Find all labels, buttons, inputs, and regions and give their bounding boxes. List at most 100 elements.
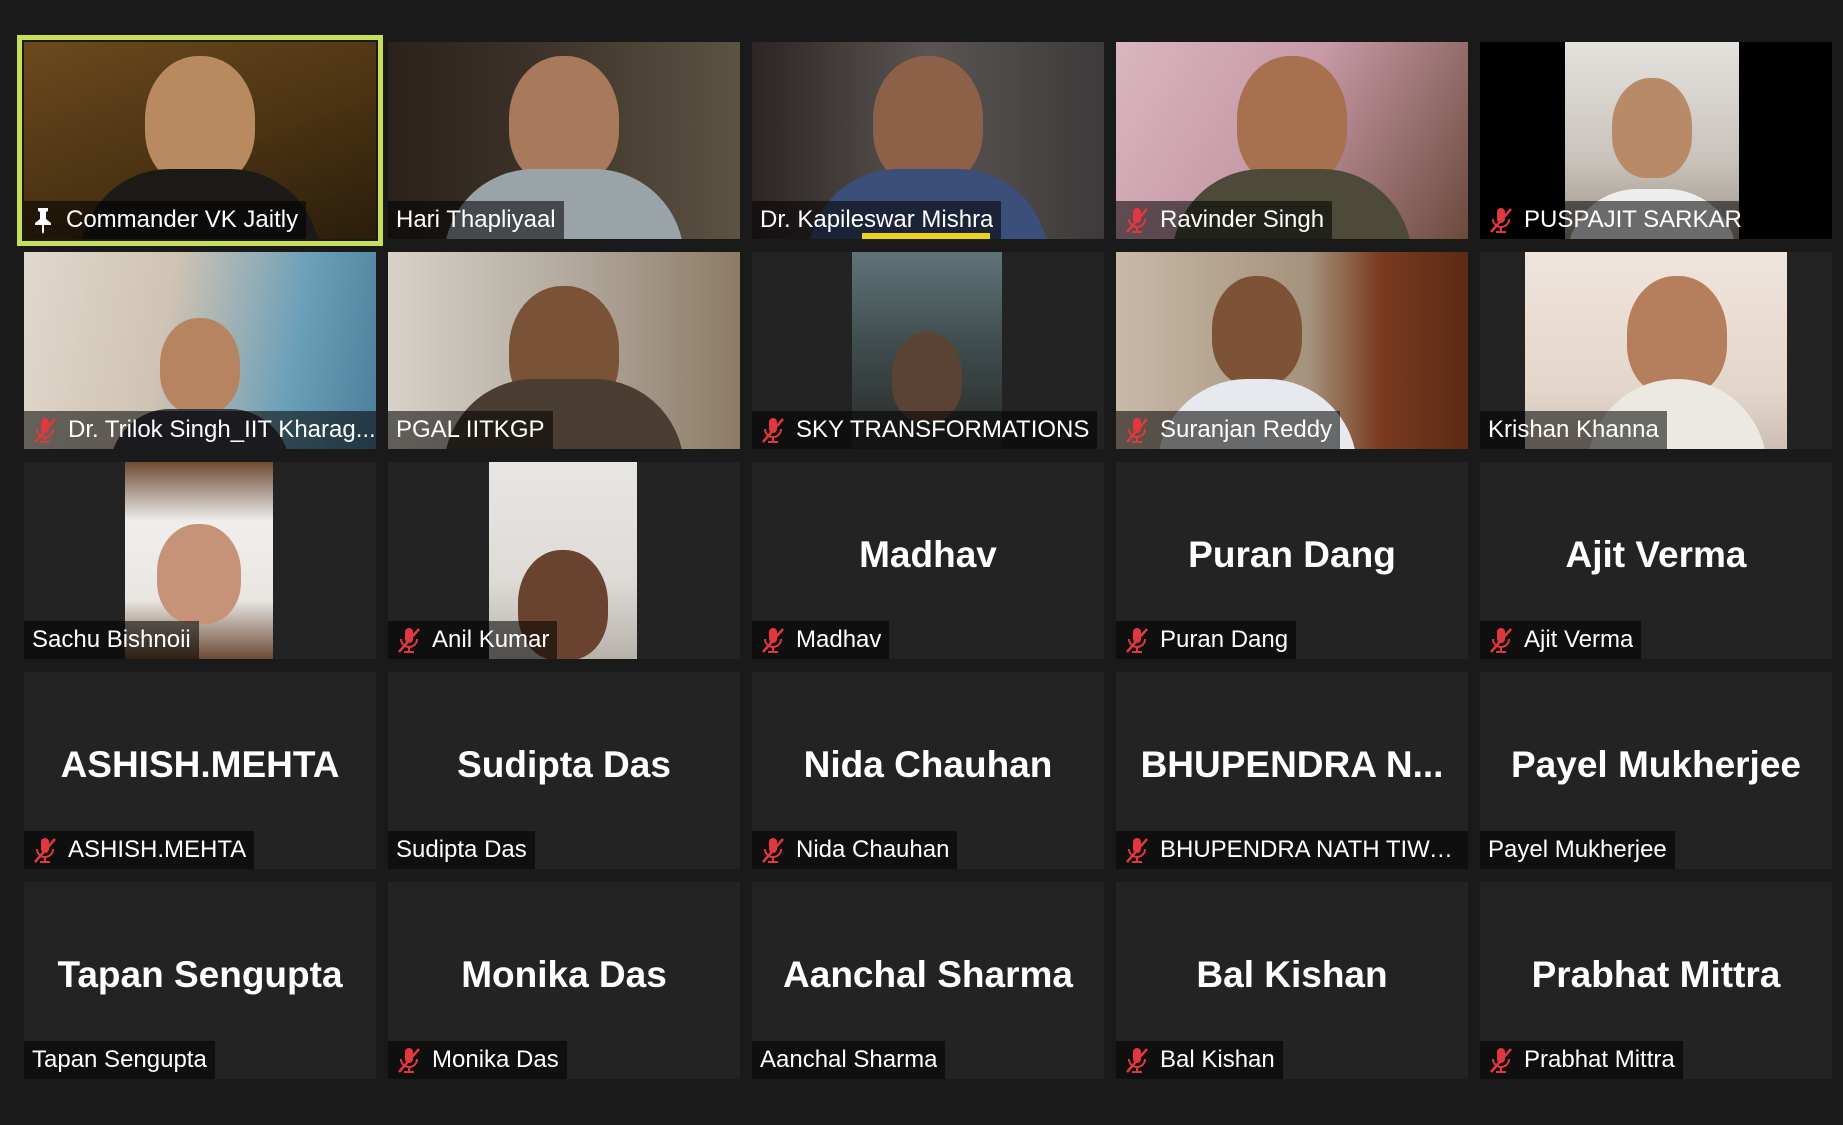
speaking-indicator	[862, 233, 990, 239]
display-name: ASHISH.MEHTA	[60, 744, 340, 785]
name-tag: Hari Thapliyaal	[388, 201, 564, 239]
name-tag: PGAL IITKGP	[388, 411, 553, 449]
participant-name: Bal Kishan	[1160, 1046, 1275, 1073]
name-tag: SKY TRANSFORMATIONS	[752, 411, 1098, 449]
display-name: Nida Chauhan	[803, 744, 1053, 785]
name-tag: Bal Kishan	[1116, 1041, 1283, 1079]
participant-name: Krishan Khanna	[1488, 416, 1659, 443]
participant-tile[interactable]: Aanchal Sharma Aanchal Sharma	[752, 882, 1104, 1079]
participant-name: ASHISH.MEHTA	[68, 836, 247, 863]
participant-name: Ajit Verma	[1524, 626, 1634, 653]
display-name: Tapan Sengupta	[57, 954, 343, 995]
display-name: Sudipta Das	[457, 744, 671, 785]
name-tag: ASHISH.MEHTA	[24, 831, 255, 869]
mic-muted-icon	[398, 628, 420, 653]
display-name: BHUPENDRA N...	[1140, 744, 1444, 785]
display-name: Monika Das	[461, 954, 667, 995]
participant-tile[interactable]: PGAL IITKGP	[388, 252, 740, 449]
display-name: Aanchal Sharma	[783, 954, 1073, 995]
participant-name: Dr. Trilok Singh_IIT Kharag...	[68, 416, 376, 443]
participant-name: PGAL IITKGP	[396, 416, 545, 443]
display-name: Madhav	[859, 534, 997, 575]
participant-name: Dr. Kapileswar Mishra	[760, 206, 994, 233]
name-tag: Dr. Trilok Singh_IIT Kharag...	[24, 411, 376, 449]
participant-tile[interactable]: Sudipta Das Sudipta Das	[388, 672, 740, 869]
name-tag: PUSPAJIT SARKAR	[1480, 201, 1750, 239]
participant-name: Nida Chauhan	[796, 836, 950, 863]
participant-tile[interactable]: Prabhat Mittra Prabhat Mittra	[1480, 882, 1832, 1079]
name-tag: Krishan Khanna	[1480, 411, 1667, 449]
participant-name: Suranjan Reddy	[1160, 416, 1333, 443]
gallery-grid: Commander VK Jaitly Hari Thapliyaal Dr. …	[17, 35, 1832, 1079]
mic-muted-icon	[1126, 838, 1148, 863]
display-name: Puran Dang	[1188, 534, 1396, 575]
participant-tile[interactable]: Krishan Khanna	[1480, 252, 1832, 449]
participant-tile[interactable]: Madhav Madhav	[752, 462, 1104, 659]
participant-name: Tapan Sengupta	[32, 1046, 207, 1073]
name-tag: Madhav	[752, 621, 890, 659]
participant-name: Prabhat Mittra	[1524, 1046, 1675, 1073]
participant-tile[interactable]: Bal Kishan Bal Kishan	[1116, 882, 1468, 1079]
name-tag: Commander VK Jaitly	[24, 201, 307, 239]
participant-tile[interactable]: SKY TRANSFORMATIONS	[752, 252, 1104, 449]
participant-tile[interactable]: Monika Das Monika Das	[388, 882, 740, 1079]
name-tag: Puran Dang	[1116, 621, 1297, 659]
name-tag: Prabhat Mittra	[1480, 1041, 1683, 1079]
mic-muted-icon	[34, 418, 56, 443]
participant-tile[interactable]: ASHISH.MEHTA ASHISH.MEHTA	[24, 672, 376, 869]
name-tag: Ravinder Singh	[1116, 201, 1333, 239]
participant-tile[interactable]: Nida Chauhan Nida Chauhan	[752, 672, 1104, 869]
name-tag: BHUPENDRA NATH TIWARY	[1116, 831, 1468, 869]
participant-tile[interactable]: Ajit Verma Ajit Verma	[1480, 462, 1832, 659]
name-tag: Sachu Bishnoii	[24, 621, 199, 659]
participant-name: Hari Thapliyaal	[396, 206, 556, 233]
display-name: Bal Kishan	[1196, 954, 1388, 995]
participant-name: PUSPAJIT SARKAR	[1524, 206, 1742, 233]
mic-muted-icon	[34, 838, 56, 863]
participant-tile[interactable]: Ravinder Singh	[1116, 42, 1468, 239]
name-tag: Aanchal Sharma	[752, 1041, 946, 1079]
participant-tile[interactable]: Hari Thapliyaal	[388, 42, 740, 239]
participant-tile[interactable]: Anil Kumar	[388, 462, 740, 659]
mic-muted-icon	[1126, 628, 1148, 653]
mic-muted-icon	[762, 418, 784, 443]
participant-tile[interactable]: Payel Mukherjee Payel Mukherjee	[1480, 672, 1832, 869]
display-name: Ajit Verma	[1565, 534, 1747, 575]
mic-muted-icon	[398, 1048, 420, 1073]
participant-tile[interactable]: Puran Dang Puran Dang	[1116, 462, 1468, 659]
participant-tile[interactable]: Dr. Kapileswar Mishra	[752, 42, 1104, 239]
participant-name: Payel Mukherjee	[1488, 836, 1667, 863]
participant-name: Puran Dang	[1160, 626, 1289, 653]
mic-muted-icon	[1490, 628, 1512, 653]
name-tag: Ajit Verma	[1480, 621, 1642, 659]
participant-name: Aanchal Sharma	[760, 1046, 938, 1073]
name-tag: Tapan Sengupta	[24, 1041, 215, 1079]
participant-tile[interactable]: Tapan Sengupta Tapan Sengupta	[24, 882, 376, 1079]
participant-name: Anil Kumar	[432, 626, 550, 653]
display-name: Payel Mukherjee	[1511, 744, 1801, 785]
name-tag: Monika Das	[388, 1041, 567, 1079]
participant-tile[interactable]: PUSPAJIT SARKAR	[1480, 42, 1832, 239]
participant-tile[interactable]: Sachu Bishnoii	[24, 462, 376, 659]
pin-icon	[35, 208, 51, 234]
mic-muted-icon	[762, 838, 784, 863]
participant-name: Commander VK Jaitly	[66, 206, 299, 233]
mic-muted-icon	[762, 628, 784, 653]
mic-muted-icon	[1126, 418, 1148, 443]
participant-tile[interactable]: Commander VK Jaitly	[17, 35, 383, 246]
mic-muted-icon	[1490, 208, 1512, 233]
mic-muted-icon	[1490, 1048, 1512, 1073]
name-tag: Nida Chauhan	[752, 831, 958, 869]
participant-tile[interactable]: BHUPENDRA N... BHUPENDRA NATH TIWARY	[1116, 672, 1468, 869]
participant-name: BHUPENDRA NATH TIWARY	[1160, 836, 1468, 863]
mic-muted-icon	[1126, 1048, 1148, 1073]
mic-muted-icon	[1126, 208, 1148, 233]
participant-name: Ravinder Singh	[1160, 206, 1325, 233]
name-tag: Suranjan Reddy	[1116, 411, 1341, 449]
participant-name: SKY TRANSFORMATIONS	[796, 416, 1090, 443]
display-name: Prabhat Mittra	[1531, 954, 1781, 995]
name-tag: Anil Kumar	[388, 621, 558, 659]
participant-tile[interactable]: Dr. Trilok Singh_IIT Kharag...	[24, 252, 376, 449]
participant-tile[interactable]: Suranjan Reddy	[1116, 252, 1468, 449]
name-tag: Sudipta Das	[388, 831, 535, 869]
